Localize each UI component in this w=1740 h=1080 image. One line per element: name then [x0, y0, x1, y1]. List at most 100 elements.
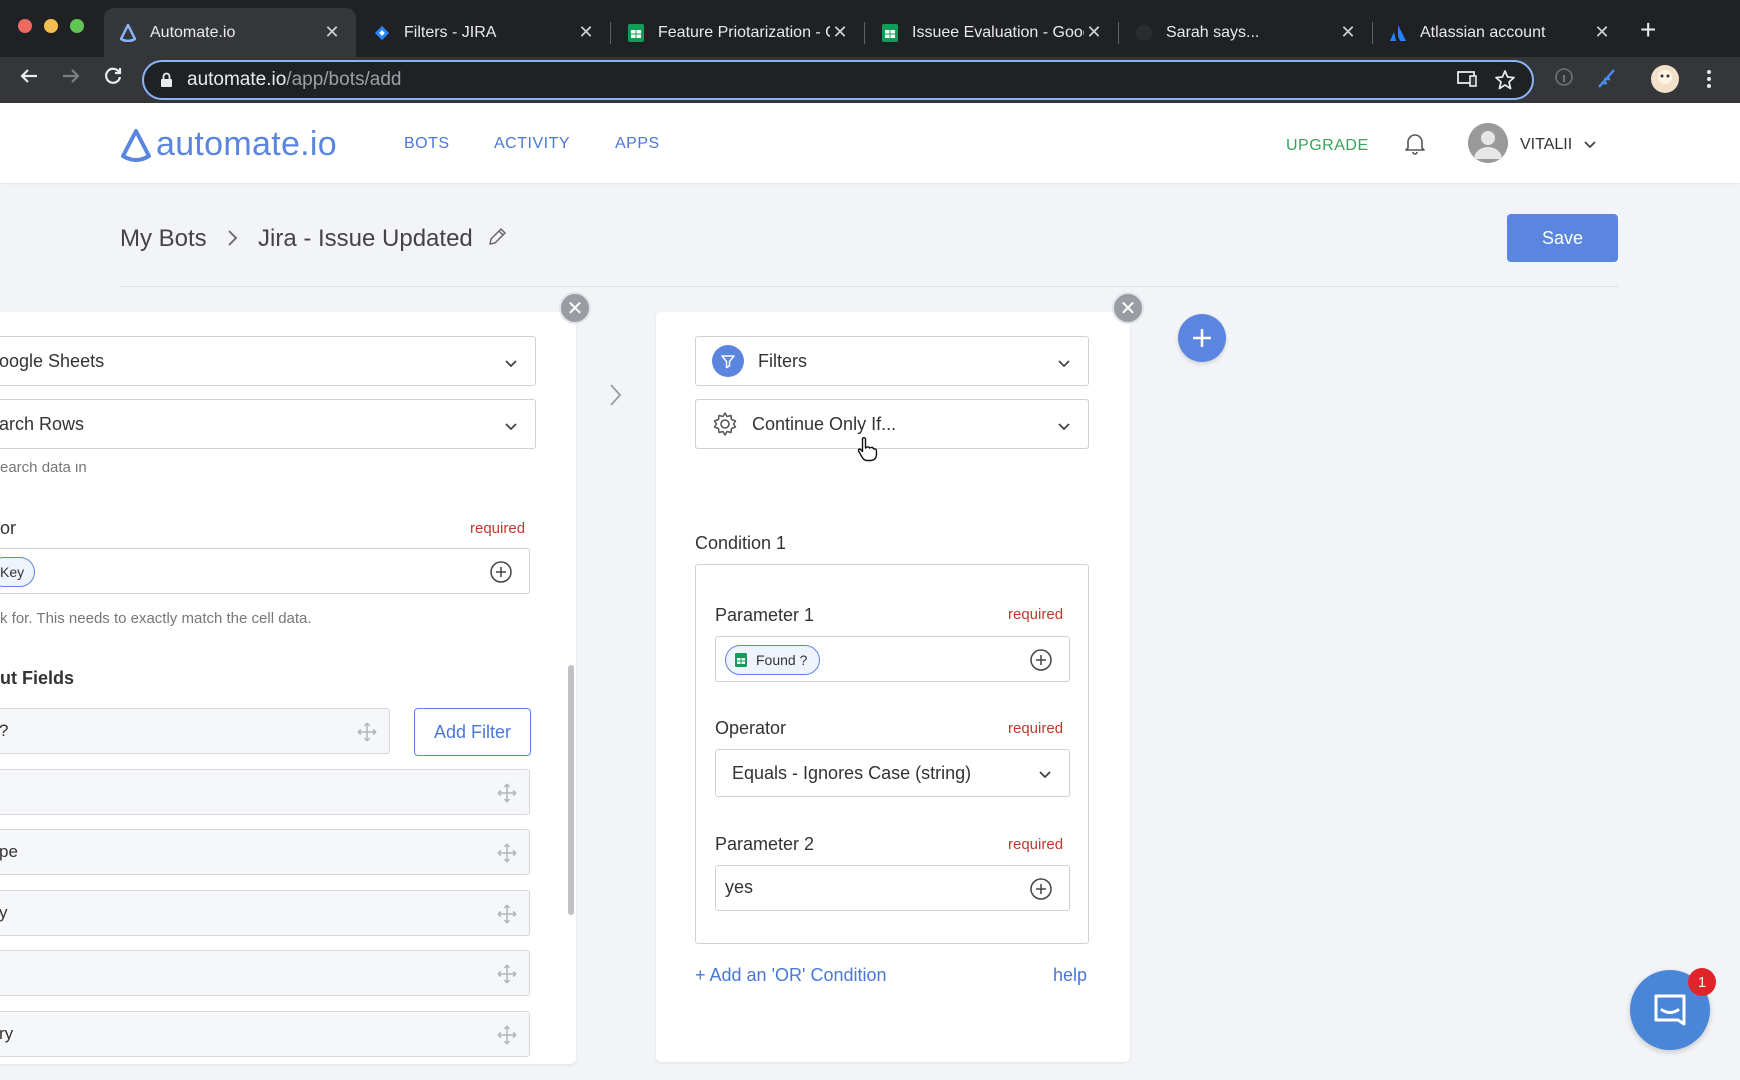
cast-icon[interactable] — [1456, 69, 1478, 95]
action-select[interactable]: Continue Only If... — [695, 399, 1089, 449]
reload-icon[interactable] — [102, 65, 124, 93]
add-field-plus-icon[interactable] — [489, 560, 513, 589]
close-icon[interactable]: ✕ — [1112, 292, 1144, 324]
chat-bubble-icon — [1654, 994, 1686, 1026]
chevron-down-icon — [1037, 766, 1053, 787]
action-select[interactable]: arch Rows — [0, 399, 536, 449]
breadcrumb-my-bots[interactable]: My Bots — [120, 225, 207, 253]
drag-handle-icon[interactable] — [497, 964, 517, 989]
bot-name: Jira - Issue Updated — [258, 225, 473, 252]
output-field-label: ry — [0, 1024, 14, 1043]
output-field-row[interactable] — [0, 769, 530, 815]
window-minimize-button[interactable] — [44, 19, 58, 33]
required-label: required — [470, 520, 526, 537]
window-zoom-button[interactable] — [70, 19, 84, 33]
browser-tab-automate[interactable]: Automate.io ✕ — [104, 8, 356, 57]
github-logo-icon — [1134, 23, 1154, 43]
output-field-label: y — [0, 903, 8, 922]
close-tab-icon[interactable]: ✕ — [322, 22, 342, 43]
address-bar[interactable]: automate.io/app/bots/add — [142, 60, 1534, 100]
browser-tab-sarah-says[interactable]: Sarah says... ✕ — [1120, 8, 1372, 57]
output-field-row[interactable]: y — [0, 890, 530, 936]
operator-value: Equals - Ignores Case (string) — [732, 762, 972, 783]
chevron-down-icon[interactable] — [1582, 136, 1598, 157]
forward-arrow-icon[interactable] — [60, 65, 82, 93]
browser-tab-atlassian-account[interactable]: Atlassian account ✕ — [1374, 8, 1626, 57]
required-label: required — [1008, 606, 1064, 623]
help-text: earch data in — [0, 462, 87, 476]
add-or-condition-link[interactable]: + Add an 'OR' Condition — [695, 965, 887, 986]
extension-feather-icon[interactable] — [1596, 67, 1618, 94]
window-close-button[interactable] — [18, 19, 32, 33]
app-select[interactable]: Filters — [695, 336, 1089, 386]
google-sheets-icon — [626, 23, 646, 43]
output-field-row[interactable] — [0, 950, 530, 996]
notification-bell-icon[interactable] — [1404, 131, 1426, 160]
nav-apps[interactable]: APPS — [615, 135, 660, 153]
automate-logo[interactable]: automate.io — [120, 125, 337, 164]
close-tab-icon[interactable]: ✕ — [576, 22, 596, 43]
parameter-2-field[interactable]: yes — [715, 865, 1070, 911]
tab-title: Issuee Evaluation - Google Sheets — [912, 23, 1084, 41]
add-step-plus-icon[interactable] — [1178, 314, 1226, 362]
app-header: automate.io BOTS ACTIVITY APPS UPGRADE V… — [0, 103, 1740, 183]
url-path: /app/bots/add — [286, 69, 402, 90]
drag-handle-icon[interactable] — [497, 783, 517, 808]
user-name[interactable]: VITALII — [1520, 136, 1572, 154]
automate-logo-icon — [118, 23, 138, 43]
card-scrollbar[interactable] — [568, 665, 574, 915]
browser-tab-jira-filters[interactable]: Filters - JIRA ✕ — [358, 8, 610, 57]
action-select-value: Continue Only If... — [752, 413, 897, 434]
operator-select[interactable]: Equals - Ignores Case (string) — [715, 749, 1070, 797]
close-tab-icon[interactable]: ✕ — [830, 22, 850, 43]
search-value-field[interactable]: Key — [0, 548, 530, 594]
app-select[interactable]: oogle Sheets — [0, 336, 536, 386]
browser-menu-icon[interactable] — [1706, 69, 1712, 94]
save-button[interactable]: Save — [1507, 214, 1618, 262]
app-select-value: Filters — [758, 350, 807, 371]
jira-logo-icon — [372, 23, 392, 43]
drag-handle-icon[interactable] — [357, 722, 377, 747]
edit-pencil-icon[interactable] — [486, 226, 508, 253]
logo-text: automate.io — [156, 125, 337, 163]
drag-handle-icon[interactable] — [497, 1025, 517, 1050]
browser-tab-issue-evaluation[interactable]: Issuee Evaluation - Google Sheets ✕ — [866, 8, 1118, 57]
add-field-plus-icon[interactable] — [1029, 648, 1053, 677]
help-link[interactable]: help — [1053, 965, 1087, 986]
output-field-row[interactable]: ? — [0, 708, 390, 754]
action-select-value: arch Rows — [0, 413, 85, 434]
url-domain: automate.io — [187, 69, 287, 90]
field-chip[interactable]: Found ? — [725, 645, 821, 675]
output-field-label: pe — [0, 842, 18, 861]
extension-info-icon[interactable] — [1554, 67, 1574, 92]
parameter-1-field[interactable]: Found ? — [715, 636, 1070, 682]
scroll-clip: earch data in — [0, 462, 520, 480]
back-arrow-icon[interactable] — [18, 65, 40, 93]
upgrade-link[interactable]: UPGRADE — [1286, 137, 1369, 155]
output-field-row[interactable]: ry — [0, 1011, 530, 1057]
lock-icon — [161, 72, 172, 87]
drag-handle-icon[interactable] — [497, 904, 517, 929]
nav-bots[interactable]: BOTS — [404, 135, 450, 153]
drag-handle-icon[interactable] — [497, 843, 517, 868]
output-field-row[interactable]: pe — [0, 829, 530, 875]
nav-activity[interactable]: ACTIVITY — [494, 135, 570, 153]
user-avatar[interactable] — [1468, 123, 1508, 163]
close-tab-icon[interactable]: ✕ — [1592, 22, 1612, 43]
add-field-plus-icon[interactable] — [1029, 877, 1053, 906]
tab-divider — [864, 22, 865, 44]
google-sheets-icon — [880, 23, 900, 43]
bookmark-star-icon[interactable] — [1494, 69, 1516, 97]
parameter-2-label: Parameter 2 — [715, 834, 815, 854]
new-tab-button[interactable]: + — [1640, 14, 1656, 46]
profile-avatar-icon[interactable] — [1650, 64, 1680, 99]
close-tab-icon[interactable]: ✕ — [1338, 22, 1358, 43]
browser-tab-feature-prioritization[interactable]: Feature Priotarization - Google Sheets ✕ — [612, 8, 864, 57]
output-field-label: ? — [0, 721, 8, 741]
field-chip[interactable]: Key — [0, 557, 36, 587]
chevron-down-icon — [503, 418, 519, 439]
add-filter-button[interactable]: Add Filter — [414, 708, 531, 756]
close-tab-icon[interactable]: ✕ — [1084, 22, 1104, 43]
close-icon[interactable]: ✕ — [559, 292, 591, 324]
tab-divider — [610, 22, 611, 44]
